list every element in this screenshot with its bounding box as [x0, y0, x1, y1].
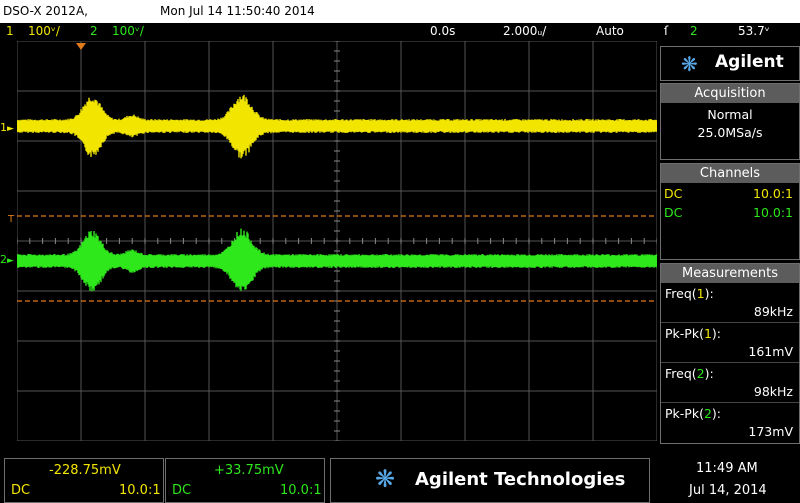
ch1-marker-label: 1 [0, 121, 7, 134]
meas-freq-ch2-value: 98kHz [753, 384, 793, 399]
meas-freq-ch1-label: Freq(1): [665, 286, 714, 301]
time-scale[interactable]: 2.000ᵤ/ [503, 24, 546, 38]
ch2-info-box[interactable]: +33.75mV DC 10.0:1 [165, 458, 325, 503]
meas-pkpk-ch1-value: 161mV [748, 344, 793, 359]
ch2-marker-label: 2 [0, 253, 7, 266]
acquisition-header: Acquisition [661, 84, 799, 103]
status-bar: 1 100ᵛ/ 2 100ᵛ/ 0.0s 2.000ᵤ/ Auto ſ 2 53… [0, 23, 800, 40]
channels-header: Channels [661, 164, 799, 183]
ch2-coupling: DC [664, 205, 683, 220]
measurements-box[interactable]: Measurements Freq(1): 89kHz Pk-Pk(1): 16… [660, 263, 800, 444]
graticule-grid [17, 41, 657, 441]
agilent-spark-icon: ❋ [681, 52, 698, 76]
ch1-scale[interactable]: 100ᵛ/ [28, 24, 60, 38]
time-delay[interactable]: 0.0s [430, 24, 455, 38]
waveform-display[interactable] [17, 41, 657, 441]
brand-box: ❋ Agilent [660, 46, 800, 81]
ch1-bottom-probe: 10.0:1 [119, 483, 161, 498]
ch2-bottom-coupling: DC [172, 483, 192, 498]
acquisition-box[interactable]: Acquisition Normal 25.0MSa/s [660, 83, 800, 160]
instrument-model: DSO-X 2012A, [3, 4, 88, 18]
clock-date: Jul 14, 2014 [689, 483, 767, 498]
ch2-number[interactable]: 2 [90, 24, 98, 38]
ch2-bottom-probe: 10.0:1 [280, 483, 322, 498]
meas-pkpk-ch1-label: Pk-Pk(1): [665, 326, 721, 341]
ch1-ground-marker[interactable]: 1► [0, 121, 14, 134]
side-panel: ❋ Agilent Acquisition Normal 25.0MSa/s C… [660, 46, 800, 444]
meas-pkpk-ch2-label: Pk-Pk(2): [665, 406, 721, 421]
channels-box[interactable]: Channels DC 10.0:1 DC 10.0:1 [660, 163, 800, 260]
trigger-level-marker[interactable]: T [8, 214, 14, 225]
brand-banner: ❋ Agilent Technologies [330, 458, 650, 503]
meas-freq-ch2-label: Freq(2): [665, 366, 714, 381]
trigger-level[interactable]: 53.7ᵛ [738, 24, 770, 38]
acquisition-mode: Normal [707, 107, 753, 122]
brand-name: Agilent Technologies [415, 469, 626, 490]
trigger-edge-icon[interactable]: ſ [664, 24, 668, 38]
ch1-offset: -228.75mV [49, 463, 121, 478]
ch2-scale[interactable]: 100ᵛ/ [112, 24, 144, 38]
ch2-probe: 10.0:1 [753, 205, 793, 220]
ch2-ground-marker[interactable]: 2► [0, 253, 14, 266]
ch1-info-box[interactable]: -228.75mV DC 10.0:1 [4, 458, 164, 503]
ch2-offset: +33.75mV [214, 463, 284, 478]
clock-time: 11:49 AM [696, 461, 758, 476]
agilent-logo-icon: ❋ [375, 465, 396, 493]
meas-pkpk-ch2-value: 173mV [748, 424, 793, 439]
trigger-mode[interactable]: Auto [596, 24, 624, 38]
ch1-probe: 10.0:1 [753, 186, 793, 201]
ch1-coupling: DC [664, 186, 683, 201]
title-datetime: Mon Jul 14 11:50:40 2014 [160, 4, 315, 18]
ch1-bottom-coupling: DC [11, 483, 31, 498]
meas-freq-ch1-value: 89kHz [753, 304, 793, 319]
window-title-bar: DSO-X 2012A, Mon Jul 14 11:50:40 2014 [0, 0, 800, 23]
ch1-number[interactable]: 1 [6, 24, 14, 38]
trigger-position-icon [76, 43, 86, 50]
panel-brand: Agilent [715, 52, 784, 72]
measurements-header: Measurements [661, 264, 799, 283]
bottom-bar: -228.75mV DC 10.0:1 +33.75mV DC 10.0:1 ❋… [0, 458, 800, 503]
waveform-graticule [17, 41, 657, 441]
sample-rate: 25.0MSa/s [697, 125, 763, 140]
trigger-marker-label: T [8, 214, 15, 225]
trigger-source[interactable]: 2 [690, 24, 698, 38]
